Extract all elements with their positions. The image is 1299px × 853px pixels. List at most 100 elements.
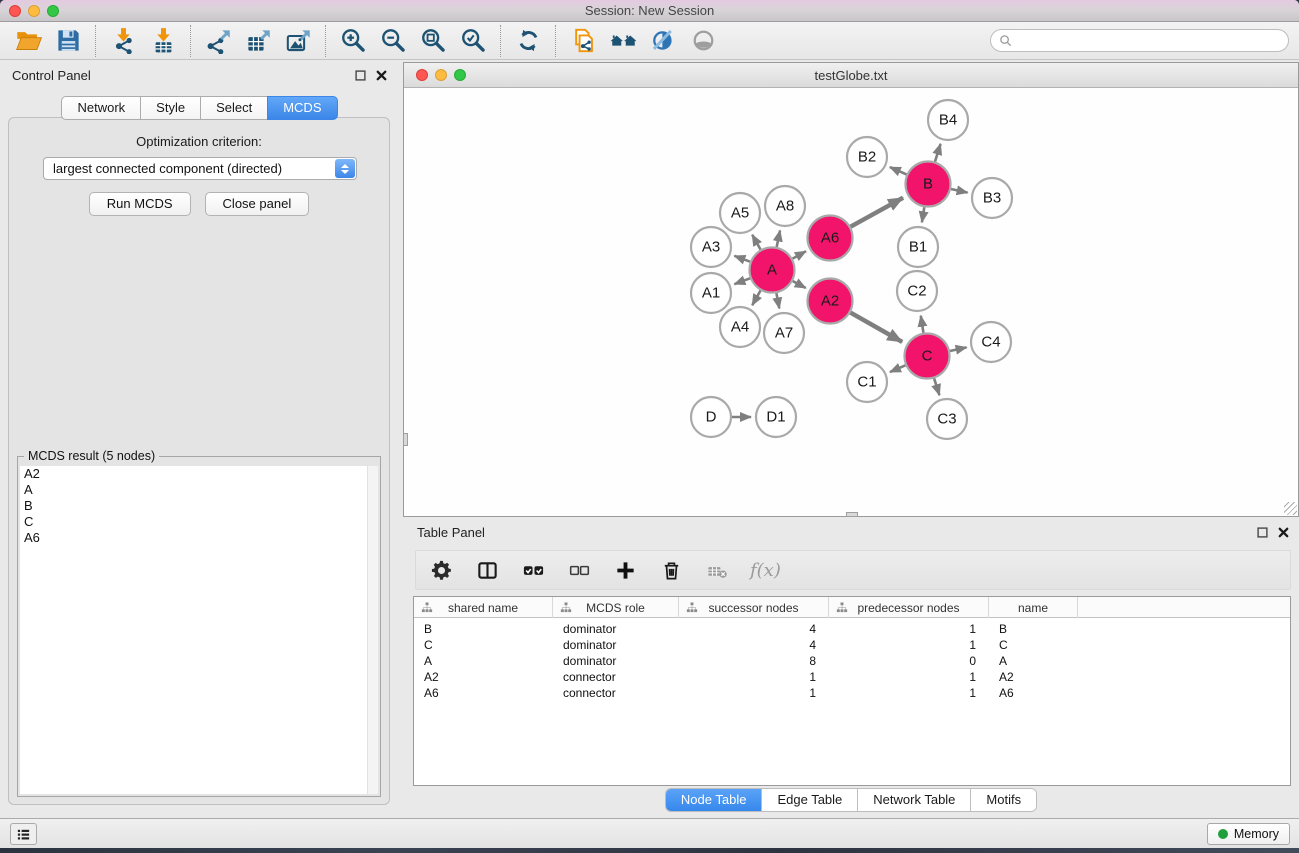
mcds-result-item[interactable]: C bbox=[20, 514, 378, 530]
close-panel-button[interactable]: Close panel bbox=[205, 192, 310, 216]
tab-select[interactable]: Select bbox=[200, 96, 268, 120]
edge-A-A3[interactable] bbox=[734, 256, 750, 262]
edge-A-A8[interactable] bbox=[777, 230, 780, 246]
memory-button[interactable]: Memory bbox=[1207, 823, 1290, 845]
zoom-in-button[interactable] bbox=[333, 24, 373, 58]
export-image-button[interactable] bbox=[278, 24, 318, 58]
select-all-button[interactable] bbox=[520, 557, 546, 583]
table-row[interactable]: A2connector11A2 bbox=[414, 669, 1290, 685]
network-graph[interactable]: B4 B2 B B3 A5A8A6 A3 B1 A C2 A1 A2 A4A7 C4 C C1 D D1 C3 bbox=[404, 88, 1298, 515]
search-box[interactable] bbox=[990, 29, 1289, 52]
edge-A2-C[interactable] bbox=[850, 313, 902, 342]
edge-C-C4[interactable] bbox=[950, 347, 967, 351]
edge-B-B3[interactable] bbox=[951, 189, 968, 193]
zoom-selected-button[interactable] bbox=[453, 24, 493, 58]
table-row[interactable]: A6connector11A6 bbox=[414, 685, 1290, 701]
add-column-button[interactable] bbox=[612, 557, 638, 583]
open-file-button[interactable] bbox=[8, 24, 48, 58]
tab-network[interactable]: Network bbox=[61, 96, 141, 120]
edge-A-A1[interactable] bbox=[734, 278, 750, 284]
zoom-out-button[interactable] bbox=[373, 24, 413, 58]
edge-C-C3[interactable] bbox=[934, 378, 939, 395]
node-D1[interactable]: D1 bbox=[756, 397, 796, 437]
export-network-button[interactable] bbox=[198, 24, 238, 58]
node-B1[interactable]: B1 bbox=[898, 227, 938, 267]
mcds-result-item[interactable]: A2 bbox=[20, 466, 378, 482]
table-close-panel-icon[interactable] bbox=[1277, 526, 1289, 538]
edge-A-A4[interactable] bbox=[752, 290, 760, 305]
delete-column-button[interactable] bbox=[658, 557, 684, 583]
node-B2[interactable]: B2 bbox=[847, 137, 887, 177]
export-table-button[interactable] bbox=[238, 24, 278, 58]
optimization-criterion-select[interactable]: largest connected component (directed) bbox=[43, 157, 357, 180]
search-input[interactable] bbox=[1017, 32, 1280, 49]
node-A8[interactable]: A8 bbox=[765, 186, 805, 226]
edge-A6-B[interactable] bbox=[851, 198, 903, 227]
close-panel-icon[interactable] bbox=[375, 69, 387, 81]
node-A3[interactable]: A3 bbox=[691, 227, 731, 267]
edge-B-B1[interactable] bbox=[922, 207, 924, 222]
column-header-name[interactable]: name bbox=[989, 597, 1078, 618]
node-C[interactable]: C bbox=[905, 334, 950, 379]
column-visibility-button[interactable] bbox=[474, 557, 500, 583]
tab-style[interactable]: Style bbox=[140, 96, 201, 120]
run-mcds-button[interactable]: Run MCDS bbox=[89, 192, 191, 216]
node-A[interactable]: A bbox=[750, 248, 795, 293]
table-row[interactable]: Adominator80A bbox=[414, 653, 1290, 669]
import-table-button[interactable] bbox=[143, 24, 183, 58]
splitter-handle-left[interactable] bbox=[403, 433, 408, 446]
node-B3[interactable]: B3 bbox=[972, 178, 1012, 218]
node-A5[interactable]: A5 bbox=[720, 193, 760, 233]
mcds-result-item[interactable]: A bbox=[20, 482, 378, 498]
node-A4[interactable]: A4 bbox=[720, 307, 760, 347]
edge-C-C1[interactable] bbox=[890, 365, 905, 372]
node-A6[interactable]: A6 bbox=[808, 216, 853, 261]
mcds-result-item[interactable]: B bbox=[20, 498, 378, 514]
edge-B-B4[interactable] bbox=[935, 144, 941, 162]
show-panels-button[interactable] bbox=[683, 24, 723, 58]
table-row[interactable]: Bdominator41B bbox=[414, 621, 1290, 637]
table-float-panel-icon[interactable] bbox=[1256, 526, 1268, 538]
edge-A-A6[interactable] bbox=[793, 251, 806, 258]
duplicate-network-button[interactable] bbox=[563, 24, 603, 58]
refresh-button[interactable] bbox=[508, 24, 548, 58]
node-A1[interactable]: A1 bbox=[691, 273, 731, 313]
node-B[interactable]: B bbox=[906, 162, 951, 207]
edge-A-A2[interactable] bbox=[793, 281, 806, 288]
tab-node-table[interactable]: Node Table bbox=[666, 789, 762, 811]
network-canvas[interactable]: B4 B2 B B3 A5A8A6 A3 B1 A C2 A1 A2 A4A7 C4 C C1 D D1 C3 bbox=[404, 88, 1298, 516]
node-C2[interactable]: C2 bbox=[897, 271, 937, 311]
node-B4[interactable]: B4 bbox=[928, 100, 968, 140]
task-history-button[interactable] bbox=[10, 823, 37, 845]
node-C3[interactable]: C3 bbox=[927, 399, 967, 439]
column-header-shared-name[interactable]: shared name bbox=[414, 597, 553, 618]
hide-panels-button[interactable] bbox=[643, 24, 683, 58]
tab-mcds[interactable]: MCDS bbox=[267, 96, 337, 120]
column-header-MCDS-role[interactable]: MCDS role bbox=[553, 597, 679, 618]
node-C4[interactable]: C4 bbox=[971, 322, 1011, 362]
edge-A-A5[interactable] bbox=[752, 235, 760, 250]
edge-B-B2[interactable] bbox=[890, 167, 907, 174]
tab-edge-table[interactable]: Edge Table bbox=[761, 789, 857, 811]
node-A2[interactable]: A2 bbox=[808, 279, 853, 324]
tab-network-table[interactable]: Network Table bbox=[857, 789, 970, 811]
settings-gear-button[interactable] bbox=[428, 557, 454, 583]
edge-C-C2[interactable] bbox=[921, 316, 924, 333]
resize-grip-icon[interactable] bbox=[1284, 502, 1297, 515]
table-row[interactable]: Cdominator41C bbox=[414, 637, 1290, 653]
column-header-predecessor-nodes[interactable]: predecessor nodes bbox=[829, 597, 989, 618]
float-panel-icon[interactable] bbox=[354, 69, 366, 81]
node-A7[interactable]: A7 bbox=[764, 313, 804, 353]
edge-A-A7[interactable] bbox=[776, 293, 779, 308]
node-D[interactable]: D bbox=[691, 397, 731, 437]
result-list-scrollbar[interactable] bbox=[367, 466, 378, 794]
tab-motifs[interactable]: Motifs bbox=[970, 789, 1036, 811]
network-window-titlebar[interactable]: testGlobe.txt bbox=[404, 63, 1298, 88]
mcds-result-item[interactable]: A6 bbox=[20, 530, 378, 546]
deselect-all-button[interactable] bbox=[566, 557, 592, 583]
import-network-button[interactable] bbox=[103, 24, 143, 58]
column-header-successor-nodes[interactable]: successor nodes bbox=[679, 597, 829, 618]
node-C1[interactable]: C1 bbox=[847, 362, 887, 402]
zoom-fit-button[interactable] bbox=[413, 24, 453, 58]
save-session-button[interactable] bbox=[48, 24, 88, 58]
